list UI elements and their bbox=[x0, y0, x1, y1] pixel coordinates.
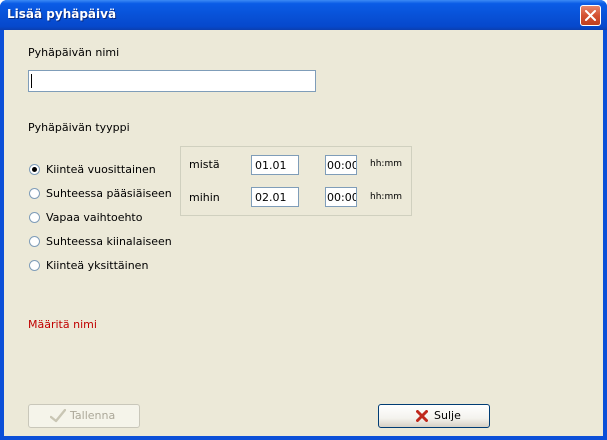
dialog-body: Pyhäpäivän nimi Pyhäpäivän tyyppi Kiinte… bbox=[4, 30, 603, 436]
x-icon bbox=[416, 410, 428, 422]
close-button[interactable]: Sulje bbox=[378, 404, 490, 428]
name-label: Pyhäpäivän nimi bbox=[28, 46, 120, 59]
radio-optional[interactable]: Vapaa vaihtoehto bbox=[29, 210, 189, 226]
radio-relative-chinese[interactable]: Suhteessa kiinalaiseen bbox=[29, 234, 177, 250]
save-label: Tallenna bbox=[70, 409, 116, 422]
check-icon bbox=[50, 409, 66, 423]
close-label: Sulje bbox=[434, 409, 461, 422]
to-date-input[interactable] bbox=[251, 187, 299, 207]
from-date-input[interactable] bbox=[251, 155, 299, 175]
to-time-format: hh:mm bbox=[370, 192, 402, 202]
to-time-input[interactable] bbox=[325, 187, 357, 207]
radio-label: Suhteessa kiinalaiseen bbox=[46, 235, 172, 248]
to-label: mihin bbox=[189, 191, 220, 204]
date-range-panel: mistä hh:mm mihin hh:mm bbox=[180, 146, 412, 216]
window-title: Lisää pyhäpäivä bbox=[7, 7, 117, 21]
radio-button[interactable] bbox=[29, 164, 40, 175]
window-close-button[interactable] bbox=[580, 5, 601, 26]
close-icon bbox=[585, 10, 596, 21]
from-time-format: hh:mm bbox=[370, 159, 402, 169]
type-label: Pyhäpäivän tyyppi bbox=[28, 121, 130, 134]
radio-label: Kiinteä vuosittainen bbox=[46, 163, 156, 176]
radio-fixed-single[interactable]: Kiinteä yksittäinen bbox=[29, 258, 189, 274]
radio-button[interactable] bbox=[29, 212, 40, 223]
from-label: mistä bbox=[189, 158, 220, 171]
radio-fixed-annual[interactable]: Kiinteä vuosittainen bbox=[29, 162, 189, 178]
radio-relative-easter[interactable]: Suhteessa pääsiäiseen bbox=[29, 186, 177, 202]
holiday-name-input[interactable] bbox=[28, 70, 316, 92]
radio-button[interactable] bbox=[29, 236, 40, 247]
title-bar[interactable]: Lisää pyhäpäivä bbox=[0, 0, 607, 30]
radio-button[interactable] bbox=[29, 188, 40, 199]
save-button[interactable]: Tallenna bbox=[28, 404, 140, 428]
radio-button[interactable] bbox=[29, 260, 40, 271]
text-caret bbox=[31, 74, 32, 88]
validation-message: Määritä nimi bbox=[28, 318, 97, 331]
radio-label: Suhteessa pääsiäiseen bbox=[46, 187, 172, 200]
radio-label: Vapaa vaihtoehto bbox=[46, 211, 143, 224]
from-time-input[interactable] bbox=[325, 155, 357, 175]
dialog-window: Lisää pyhäpäivä Pyhäpäivän nimi Pyhäpäiv… bbox=[0, 0, 607, 440]
radio-label: Kiinteä yksittäinen bbox=[46, 259, 149, 272]
